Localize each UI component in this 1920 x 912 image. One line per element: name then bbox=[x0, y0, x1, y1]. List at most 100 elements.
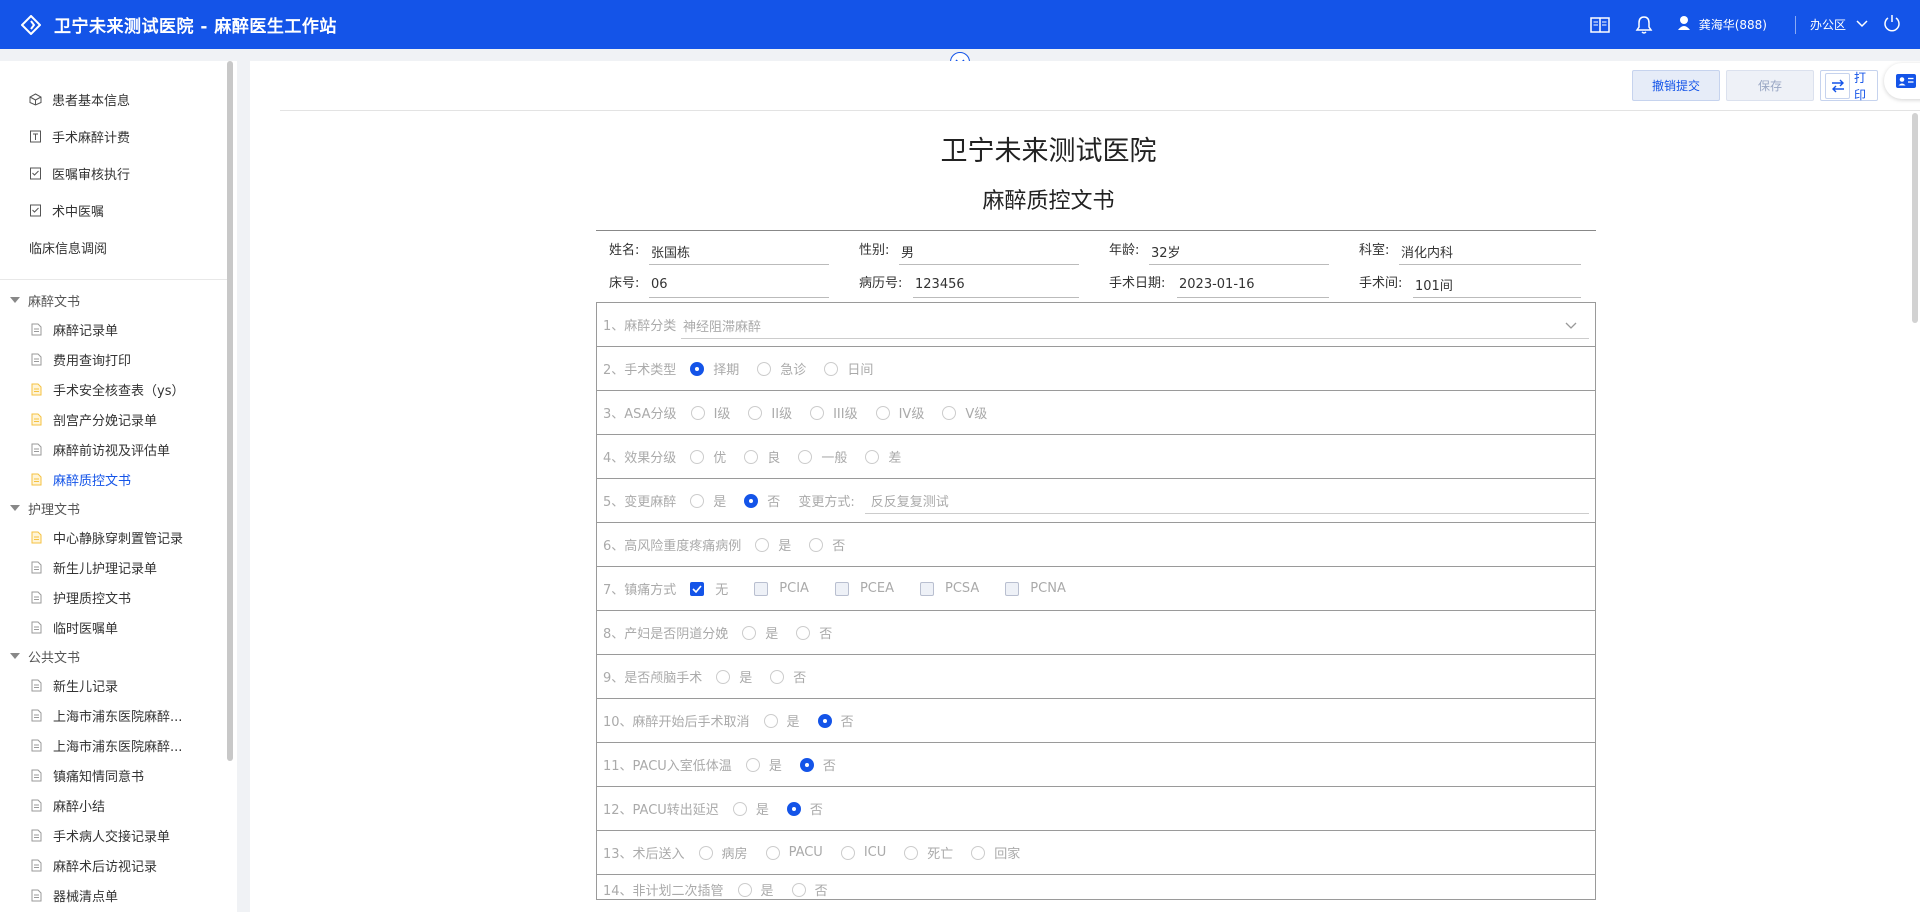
group-header[interactable]: 麻醉文书 bbox=[0, 286, 237, 314]
radio-option[interactable]: II级 bbox=[748, 403, 792, 422]
radio-button[interactable] bbox=[690, 361, 705, 376]
radio-button[interactable] bbox=[763, 713, 778, 728]
doc-item[interactable]: 费用查询打印 bbox=[0, 344, 237, 374]
radio-button[interactable] bbox=[942, 405, 957, 420]
radio-option[interactable]: 良 bbox=[744, 447, 780, 466]
doc-item[interactable]: 麻醉前访视及评估单 bbox=[0, 434, 237, 464]
nav-item-patient-info[interactable]: 患者基本信息 bbox=[0, 81, 237, 118]
checkbox-option[interactable]: PCSA bbox=[919, 581, 979, 596]
doc-item[interactable]: 临时医嘱单 bbox=[0, 612, 237, 642]
radio-button[interactable] bbox=[745, 757, 760, 772]
radio-option[interactable]: 否 bbox=[817, 711, 854, 730]
radio-button[interactable] bbox=[698, 845, 713, 860]
radio-option[interactable]: 否 bbox=[744, 491, 780, 510]
radio-option[interactable]: 否 bbox=[796, 623, 832, 642]
checkbox-option[interactable]: PCEA bbox=[834, 581, 894, 596]
office-selector[interactable]: 办公区 bbox=[1810, 16, 1846, 33]
radio-button[interactable] bbox=[810, 405, 825, 420]
group-header[interactable]: 公共文书 bbox=[0, 642, 237, 670]
radio-option[interactable]: 否 bbox=[791, 880, 828, 899]
radio-button[interactable] bbox=[765, 845, 780, 860]
radio-button[interactable] bbox=[732, 801, 747, 816]
radio-button[interactable] bbox=[799, 757, 814, 772]
doc-item[interactable]: 麻醉记录单 bbox=[0, 314, 237, 344]
radio-option[interactable]: PACU bbox=[765, 845, 823, 860]
checkbox[interactable] bbox=[754, 581, 769, 596]
book-icon[interactable] bbox=[1589, 14, 1611, 36]
radio-button[interactable] bbox=[690, 449, 705, 464]
checkbox-option[interactable]: 无 bbox=[690, 579, 728, 598]
radio-option[interactable]: 是 bbox=[763, 711, 800, 730]
radio-option[interactable]: III级 bbox=[810, 403, 858, 422]
radio-button[interactable] bbox=[786, 801, 801, 816]
radio-button[interactable] bbox=[716, 669, 731, 684]
radio-option[interactable]: 否 bbox=[799, 755, 836, 774]
radio-option[interactable]: 是 bbox=[732, 799, 769, 818]
radio-button[interactable] bbox=[971, 845, 986, 860]
radio-option[interactable]: 是 bbox=[690, 491, 726, 510]
radio-button[interactable] bbox=[796, 625, 811, 640]
user-menu[interactable]: 龚海华(888) bbox=[1677, 15, 1767, 34]
radio-button[interactable] bbox=[865, 449, 880, 464]
radio-option[interactable]: 一般 bbox=[798, 447, 847, 466]
doc-item[interactable]: 手术病人交接记录单 bbox=[0, 820, 237, 850]
radio-option[interactable]: 是 bbox=[737, 880, 774, 899]
radio-button[interactable] bbox=[770, 669, 785, 684]
radio-button[interactable] bbox=[824, 361, 839, 376]
radio-button[interactable] bbox=[737, 882, 752, 897]
sidebar-scrollbar[interactable] bbox=[227, 61, 233, 761]
radio-option[interactable]: 是 bbox=[745, 755, 782, 774]
radio-option[interactable]: 死亡 bbox=[904, 843, 953, 862]
radio-button[interactable] bbox=[840, 845, 855, 860]
doc-item[interactable]: 器械清点单 bbox=[0, 880, 237, 910]
save-button[interactable]: 保存 bbox=[1726, 70, 1814, 101]
change-method-input[interactable]: 反反复复测试 bbox=[864, 488, 1589, 514]
checkbox-option[interactable]: PCNA bbox=[1005, 581, 1066, 596]
radio-button[interactable] bbox=[755, 537, 770, 552]
doc-item[interactable]: 上海市浦东医院麻醉... bbox=[0, 730, 237, 760]
radio-option[interactable]: 是 bbox=[716, 667, 752, 686]
radio-button[interactable] bbox=[748, 405, 763, 420]
nav-item-billing[interactable]: 手术麻醉计费 bbox=[0, 118, 237, 155]
doc-item[interactable]: 麻醉小结 bbox=[0, 790, 237, 820]
bell-icon[interactable] bbox=[1633, 14, 1655, 36]
radio-option[interactable]: 是 bbox=[742, 623, 778, 642]
radio-button[interactable] bbox=[744, 449, 759, 464]
doc-item[interactable]: 新生儿护理记录单 bbox=[0, 552, 237, 582]
doc-item[interactable]: 麻醉质控文书 bbox=[0, 464, 237, 494]
checkbox-option[interactable]: PCIA bbox=[754, 581, 809, 596]
radio-option[interactable]: 病房 bbox=[698, 843, 748, 862]
radio-option[interactable]: 否 bbox=[809, 535, 845, 554]
nav-item-order-review[interactable]: 医嘱审核执行 bbox=[0, 155, 237, 192]
radio-button[interactable] bbox=[690, 405, 705, 420]
radio-button[interactable] bbox=[904, 845, 919, 860]
radio-option[interactable]: 是 bbox=[755, 535, 791, 554]
radio-option[interactable]: 日间 bbox=[824, 359, 873, 378]
main-scrollbar[interactable] bbox=[1912, 113, 1918, 323]
radio-option[interactable]: I级 bbox=[690, 403, 730, 422]
radio-button[interactable] bbox=[742, 625, 757, 640]
radio-button[interactable] bbox=[791, 882, 806, 897]
radio-button[interactable] bbox=[817, 713, 832, 728]
group-header[interactable]: 护理文书 bbox=[0, 494, 237, 522]
radio-button[interactable] bbox=[690, 493, 705, 508]
radio-button[interactable] bbox=[744, 493, 759, 508]
radio-option[interactable]: 否 bbox=[770, 667, 806, 686]
radio-button[interactable] bbox=[809, 537, 824, 552]
checkbox[interactable] bbox=[919, 581, 934, 596]
doc-item[interactable]: 新生儿记录 bbox=[0, 670, 237, 700]
radio-option[interactable]: ICU bbox=[840, 845, 886, 860]
chevron-down-icon[interactable] bbox=[1565, 319, 1577, 334]
id-card-icon[interactable] bbox=[1884, 63, 1920, 99]
radio-button[interactable] bbox=[875, 405, 890, 420]
doc-item[interactable]: 护理质控文书 bbox=[0, 582, 237, 612]
doc-item[interactable]: 剖宫产分娩记录单 bbox=[0, 404, 237, 434]
radio-option[interactable]: V级 bbox=[942, 403, 987, 422]
power-icon[interactable] bbox=[1882, 13, 1902, 37]
anesthesia-type-select[interactable]: 神经阻滞麻醉 bbox=[681, 313, 1589, 339]
chevron-down-icon[interactable] bbox=[1856, 17, 1868, 32]
radio-button[interactable] bbox=[798, 449, 813, 464]
nav-item-clinical-info[interactable]: 临床信息调阅 bbox=[0, 229, 237, 266]
withdraw-button[interactable]: 撤销提交 bbox=[1632, 70, 1720, 101]
swap-icon[interactable] bbox=[1825, 72, 1850, 99]
